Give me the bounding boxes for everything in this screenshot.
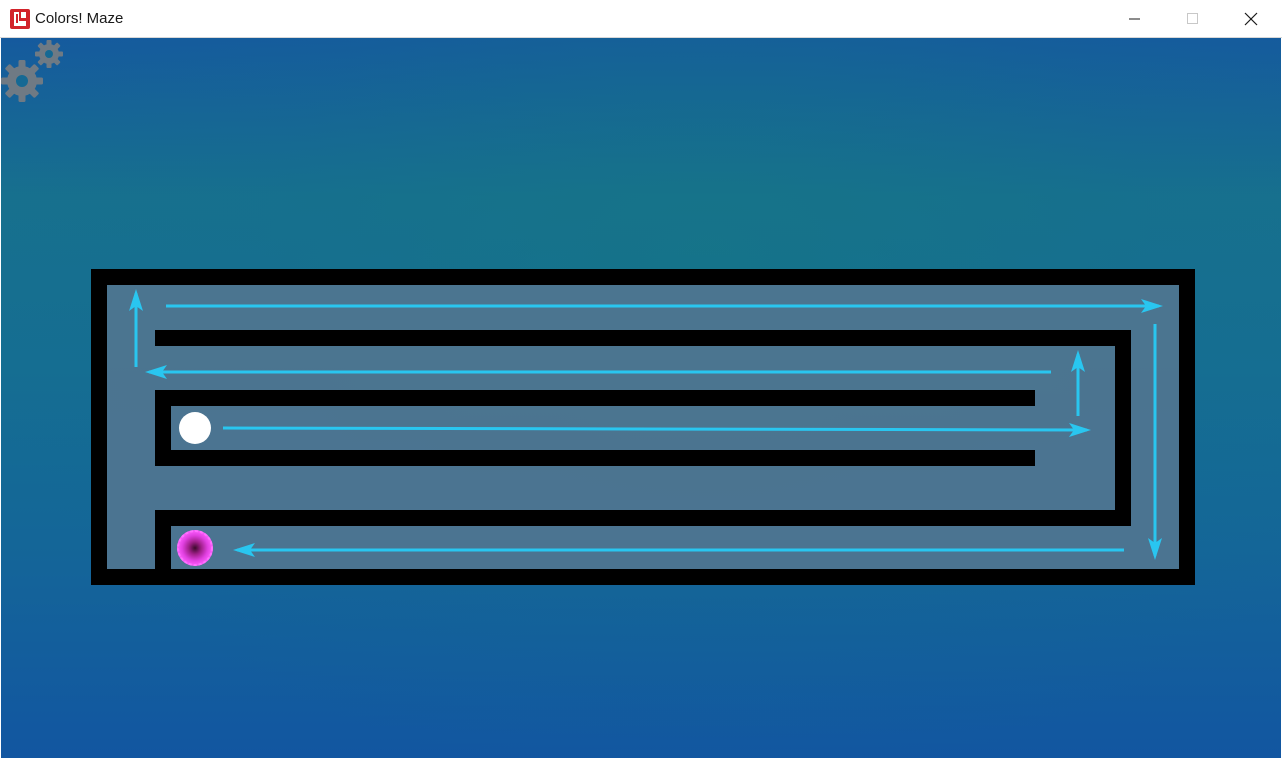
minimize-button[interactable] xyxy=(1106,0,1164,38)
maximize-icon xyxy=(1187,13,1198,24)
window-title: Colors! Maze xyxy=(35,10,124,27)
player-ball xyxy=(179,412,211,444)
close-icon xyxy=(1244,12,1258,26)
window-titlebar: Colors! Maze xyxy=(0,0,1282,38)
app-icon xyxy=(10,9,30,29)
game-canvas[interactable] xyxy=(1,38,1281,758)
arrow-right-middle xyxy=(222,422,1091,437)
close-button[interactable] xyxy=(1222,0,1280,38)
maze-board xyxy=(91,269,1195,585)
maximize-button[interactable] xyxy=(1164,0,1222,38)
minimize-icon xyxy=(1129,18,1140,20)
